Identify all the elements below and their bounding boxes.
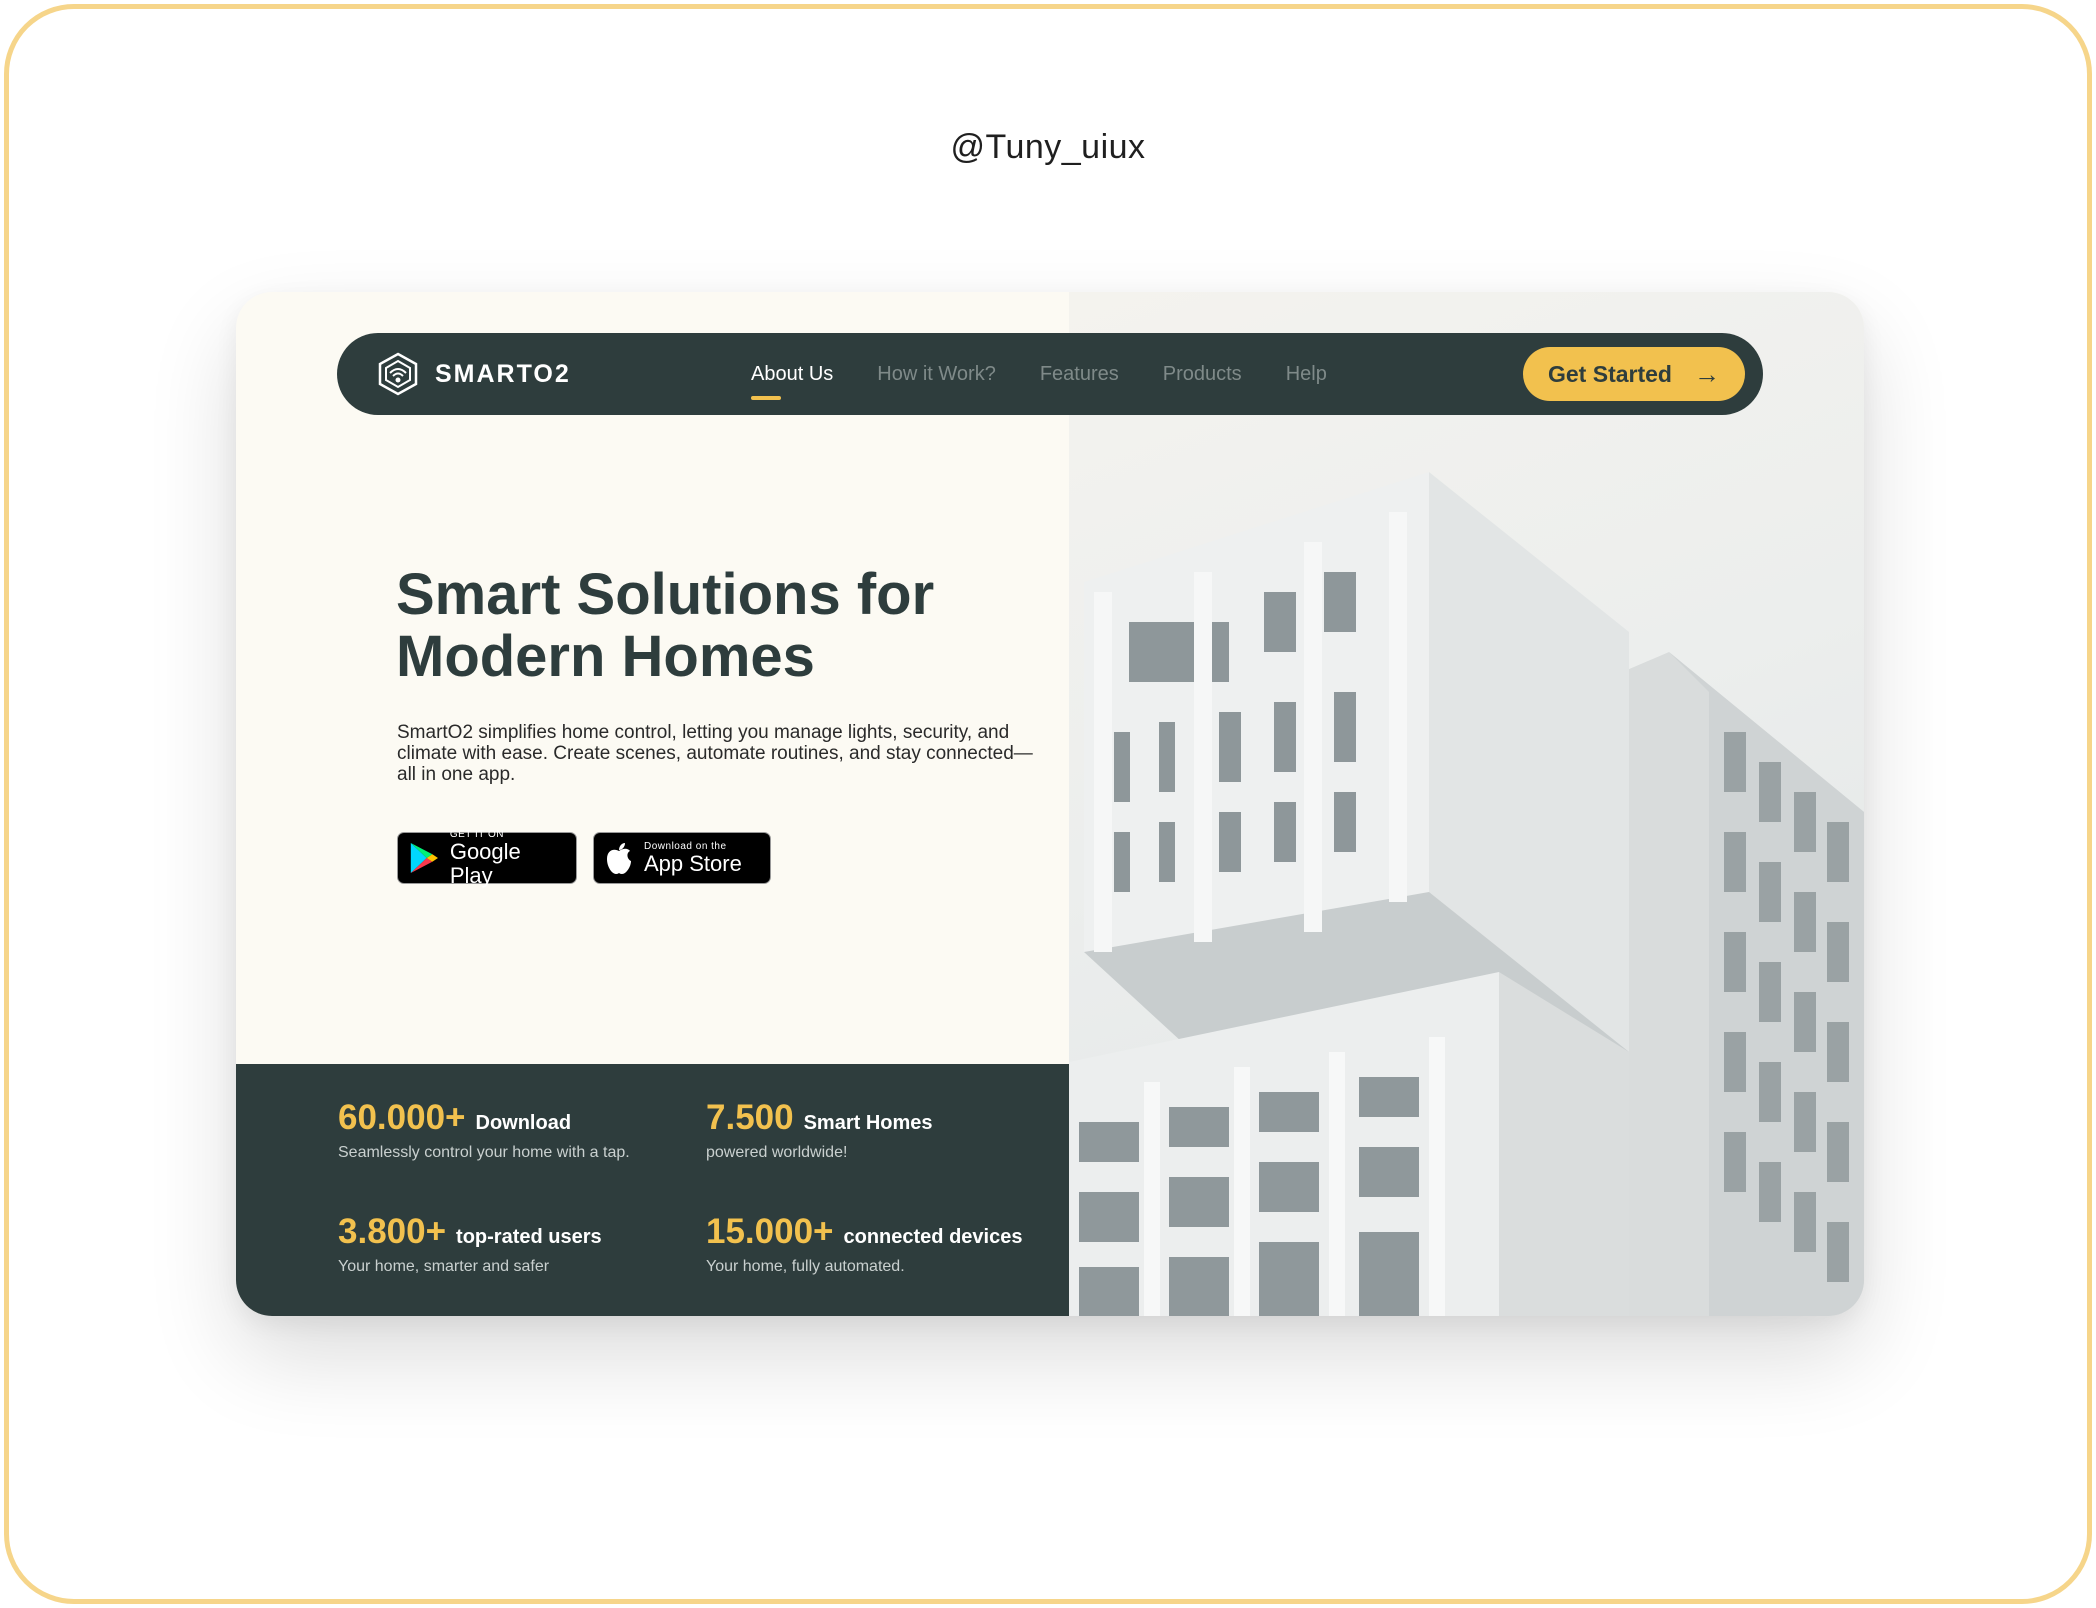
hero-title: Smart Solutions for Modern Homes xyxy=(396,564,1036,688)
stat-label: Download xyxy=(475,1112,572,1134)
stat-smart-homes: 7.500 Smart Homes powered worldwide! xyxy=(706,1098,933,1162)
nav-item-features[interactable]: Features xyxy=(1040,363,1119,386)
stat-downloads: 60.000+ Download Seamlessly control your… xyxy=(338,1098,630,1162)
stat-caption: powered worldwide! xyxy=(706,1144,848,1161)
get-started-label: Get Started xyxy=(1548,360,1672,387)
author-handle: @Tuny_uiux xyxy=(950,128,1146,166)
stat-value: 15.000+ xyxy=(706,1212,834,1251)
get-started-button[interactable]: Get Started → xyxy=(1523,347,1745,401)
stat-label: connected devices xyxy=(843,1226,1023,1248)
stat-label: Smart Homes xyxy=(803,1112,933,1134)
building-illustration xyxy=(1069,472,1864,1316)
stat-caption: Your home, smarter and safer xyxy=(338,1258,550,1275)
google-play-badge[interactable]: GET IT ON Google Play xyxy=(397,828,577,887)
google-play-small-text: GET IT ON xyxy=(449,828,504,840)
logo-text: SMARTO2 xyxy=(435,359,571,388)
top-navbar: SMARTO2 About Us How it Work? Features P… xyxy=(337,333,1763,415)
logo-hexagon-icon xyxy=(378,352,418,396)
hero-title-line-1: Smart Solutions for xyxy=(396,562,935,627)
nav-item-products[interactable]: Products xyxy=(1163,363,1242,386)
hero-description: SmartO2 simplifies home control, letting… xyxy=(397,722,1033,785)
stat-caption: Seamlessly control your home with a tap. xyxy=(338,1144,630,1161)
google-play-big-text: Google Play xyxy=(449,838,521,888)
nav-item-about-us[interactable]: About Us xyxy=(751,363,833,400)
google-play-icon xyxy=(410,843,438,873)
stat-value: 3.800+ xyxy=(338,1212,447,1251)
store-badges: GET IT ON Google Play Download on the Ap… xyxy=(397,828,771,887)
stats-panel: 60.000+ Download Seamlessly control your… xyxy=(236,1064,1069,1316)
app-store-big-text: App Store xyxy=(644,850,742,876)
stat-value: 7.500 xyxy=(706,1098,794,1137)
arrow-right-icon: → xyxy=(1693,359,1720,389)
stat-label: top-rated users xyxy=(456,1226,602,1248)
apple-icon xyxy=(607,843,631,874)
hero-title-line-2: Modern Homes xyxy=(396,624,815,689)
landing-page-card: SMARTO2 About Us How it Work? Features P… xyxy=(236,292,1864,1316)
nav-item-how-it-work[interactable]: How it Work? xyxy=(877,363,996,386)
nav-item-help[interactable]: Help xyxy=(1286,363,1327,386)
stat-connected-devices: 15.000+ connected devices Your home, ful… xyxy=(706,1212,1022,1276)
stat-top-rated-users: 3.800+ top-rated users Your home, smarte… xyxy=(338,1212,602,1276)
app-store-badge[interactable]: Download on the App Store xyxy=(593,832,771,884)
nav-menu: About Us How it Work? Features Products … xyxy=(751,333,1327,415)
stat-caption: Your home, fully automated. xyxy=(706,1258,905,1275)
building-photo xyxy=(1069,292,1864,1316)
stat-value: 60.000+ xyxy=(338,1098,466,1137)
brand-logo[interactable]: SMARTO2 xyxy=(375,351,571,397)
app-store-small-text: Download on the xyxy=(644,840,727,852)
